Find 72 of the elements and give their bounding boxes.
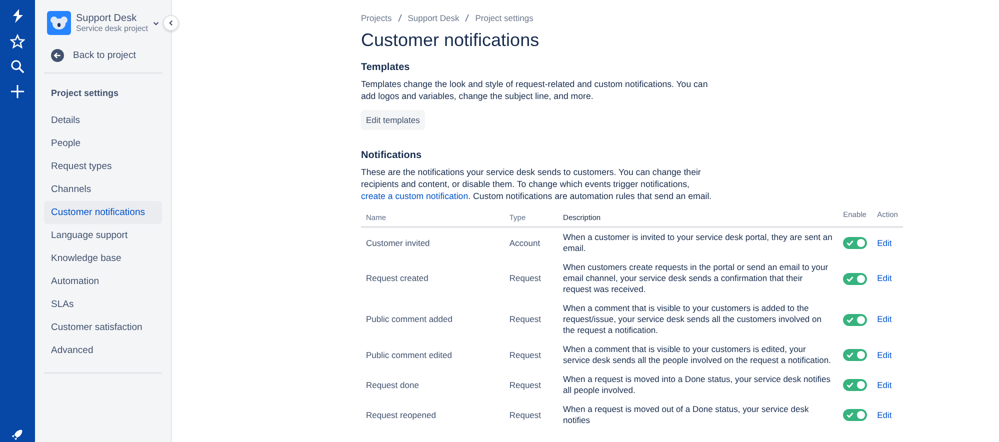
collapse-sidebar-button[interactable]	[163, 15, 179, 31]
sidebar-item[interactable]: Customer satisfaction	[44, 316, 162, 339]
sidebar-item[interactable]: Automation	[44, 270, 162, 293]
check-icon	[846, 239, 854, 247]
table-cell: When a comment that is visible to your customers is edited, your service desk sends all the people involved on the request a notification.	[563, 344, 831, 365]
table-cell: Public comment added	[366, 314, 452, 324]
table-cell: When a customer is invited to your service desk portal, they are sent an email.	[563, 232, 832, 253]
sidebar-item[interactable]: Details	[44, 109, 162, 132]
rocket-icon[interactable]	[10, 428, 24, 442]
search-icon[interactable]	[10, 59, 25, 74]
plus-icon[interactable]	[10, 84, 25, 99]
table-cell: Request	[509, 410, 542, 420]
breadcrumb-link[interactable]: Projects	[361, 13, 392, 23]
table-cell: Request	[509, 273, 542, 283]
edit-link[interactable]: Edit	[877, 314, 892, 324]
table-cell: Request	[509, 380, 542, 390]
table-cell: When a request is moved out of a Done status, your service desk notifies	[563, 404, 809, 425]
sidebar-heading: Project settings	[50, 87, 120, 100]
breadcrumb-link[interactable]: Support Desk	[408, 13, 460, 23]
toggle-switch[interactable]	[843, 237, 868, 249]
check-icon	[846, 411, 854, 419]
check-icon	[846, 351, 854, 359]
table-cell: Public comment edited	[366, 350, 452, 360]
sidebar-item[interactable]: Language support	[44, 224, 162, 247]
check-icon	[846, 381, 854, 389]
create-custom-notification-link[interactable]: create a custom notification	[361, 191, 468, 201]
table-cell: Customer invited	[366, 238, 430, 248]
table-cell: When a comment that is visible to your customers is added to the request/issue, your service desk sends all the customers involved on the request a notification.	[563, 303, 822, 335]
table-cell: Request	[509, 350, 542, 360]
sidebar-item[interactable]: SLAs	[44, 293, 162, 316]
edit-link[interactable]: Edit	[877, 273, 892, 283]
toggle-switch[interactable]	[843, 272, 868, 284]
chevron-down-icon[interactable]	[153, 20, 159, 26]
section-heading: Notifications	[361, 150, 423, 161]
edit-link[interactable]: Edit	[877, 350, 892, 360]
table-cell: Account	[509, 238, 540, 248]
edit-link[interactable]: Edit	[877, 410, 892, 420]
sidebar-item[interactable]: Channels	[44, 178, 162, 201]
table-cell: Request done	[366, 380, 419, 390]
toggle-switch[interactable]	[843, 409, 868, 421]
table-cell: Request reopened	[366, 410, 436, 420]
sidebar-item[interactable]: People	[44, 132, 162, 155]
breadcrumb-separator-icon	[398, 14, 402, 22]
section-description: These are the notifications your service desk sends to customers. You can change their recipients and content, or disable them. To change which events trigger notifications, create a custom notification. Custom notifications are automation rules that send an email.	[361, 166, 713, 202]
sidebar-item[interactable]: Knowledge base	[44, 247, 162, 270]
section-description: Templates change the look and style of request-related and custom notifications. You can add logos and variables, change the subject line, and more.	[361, 78, 709, 102]
project-avatar-icon	[47, 11, 71, 35]
star-icon[interactable]	[10, 34, 25, 49]
toggle-switch[interactable]	[843, 379, 868, 391]
check-icon	[846, 274, 854, 282]
table-cell: When customers create requests in the portal or send an email to your email channel, your service desk sends a confirmation that their request was received.	[563, 262, 828, 294]
table-cell: When a request is moved into a Done status, your service desk notifies all people involved.	[563, 374, 830, 395]
project-type: Service desk project	[76, 24, 148, 33]
back-arrow-icon	[51, 49, 64, 62]
breadcrumb-separator-icon	[465, 14, 470, 22]
toggle-switch[interactable]	[843, 349, 868, 361]
breadcrumb-link[interactable]: Project settings	[475, 13, 534, 23]
page-title: Customer notifications	[361, 29, 540, 51]
edit-templates-button[interactable]: Edit templates	[361, 110, 425, 130]
sidebar-item[interactable]: Advanced	[44, 339, 162, 362]
toggle-switch[interactable]	[843, 314, 868, 326]
edit-link[interactable]: Edit	[877, 380, 892, 390]
back-to-project-link[interactable]: Back to project	[44, 35, 162, 62]
edit-link[interactable]: Edit	[877, 238, 892, 248]
chevron-left-icon	[168, 20, 174, 26]
project-name: Support Desk	[76, 13, 138, 24]
table-cell: Request created	[366, 273, 428, 283]
section-heading: Templates	[361, 62, 411, 73]
sidebar-item[interactable]: Request types	[44, 155, 162, 178]
table-cell: Request	[509, 314, 542, 324]
check-icon	[846, 316, 854, 324]
sidebar-item[interactable]: Customer notifications	[44, 201, 162, 224]
